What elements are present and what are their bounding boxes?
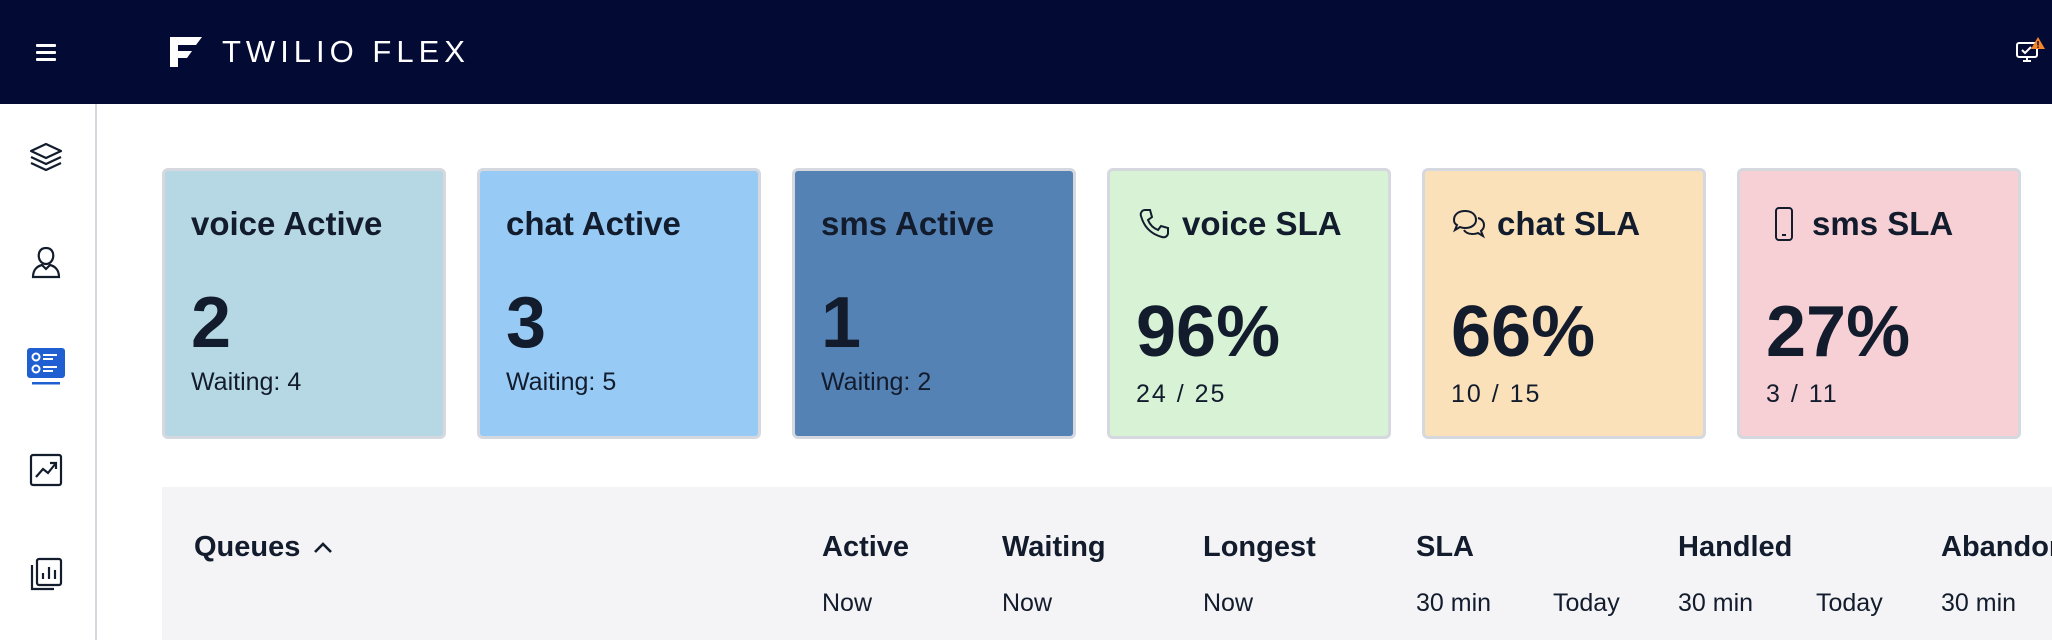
column-active-now: Now xyxy=(822,589,873,617)
tile-value: 27% xyxy=(1766,292,1911,372)
column-sla-30min: 30 min xyxy=(1416,589,1492,617)
column-handled[interactable]: Handled xyxy=(1678,531,1792,564)
tile-title: voice SLA xyxy=(1182,205,1342,242)
column-waiting-now: Now xyxy=(1002,589,1053,617)
column-longest[interactable]: Longest xyxy=(1203,531,1316,564)
column-handled-30min: 30 min xyxy=(1678,589,1754,617)
chevron-up-icon xyxy=(314,541,333,553)
tile-value: 66% xyxy=(1451,292,1596,372)
mobile-icon xyxy=(1766,206,1802,242)
tile-title: sms Active xyxy=(821,205,995,242)
tile-waiting: Waiting: 5 xyxy=(506,368,617,396)
chat-sla-tile: chat SLA 66% 10 / 15 xyxy=(1422,168,1706,439)
tile-title: voice Active xyxy=(191,205,383,242)
twilio-flex-logo-icon xyxy=(168,35,204,69)
tile-value: 2 xyxy=(191,283,232,363)
sidebar-item-analytics[interactable] xyxy=(20,444,72,496)
sidebar-item-queues-dashboard[interactable] xyxy=(20,340,72,392)
queues-title: Queues xyxy=(194,531,301,563)
sidebar-item-reports[interactable] xyxy=(20,548,72,600)
brand-name: TWILIO FLEX xyxy=(222,34,470,69)
connection-status-warning-icon[interactable] xyxy=(2014,36,2046,68)
sms-sla-tile: sms SLA 27% 3 / 11 xyxy=(1737,168,2021,439)
tile-value: 96% xyxy=(1136,292,1281,372)
column-longest-now: Now xyxy=(1203,589,1254,617)
layers-icon xyxy=(29,142,63,172)
tile-waiting: Waiting: 2 xyxy=(821,368,932,396)
tile-title-row: sms SLA xyxy=(1766,205,1953,243)
column-sla-today: Today xyxy=(1553,589,1620,617)
top-bar: TWILIO FLEX xyxy=(0,0,2052,104)
sidebar-item-layers[interactable] xyxy=(20,132,72,184)
tile-ratio: 10 / 15 xyxy=(1451,380,1542,408)
tile-title: chat SLA xyxy=(1497,205,1641,242)
queues-sort-toggle[interactable]: Queues xyxy=(194,531,336,564)
tile-title: chat Active xyxy=(506,205,681,242)
voice-active-tile: voice Active 2 Waiting: 4 xyxy=(162,168,446,439)
column-abandoned-30min: 30 min xyxy=(1941,589,2017,617)
tile-title: sms SLA xyxy=(1812,205,1954,242)
queues-table-header: Queues Active Now Waiting Now Longest No… xyxy=(162,487,2052,640)
phone-icon xyxy=(1136,206,1172,242)
analytics-icon xyxy=(29,453,63,487)
tile-ratio: 24 / 25 xyxy=(1136,380,1227,408)
chat-icon xyxy=(1451,206,1487,242)
tile-value: 3 xyxy=(506,283,547,363)
sms-active-tile: sms Active 1 Waiting: 2 xyxy=(792,168,1076,439)
side-navigation xyxy=(0,104,97,640)
tile-title-row: chat SLA xyxy=(1451,205,1640,243)
agents-icon xyxy=(31,246,61,279)
tile-ratio: 3 / 11 xyxy=(1766,380,1839,408)
column-handled-today: Today xyxy=(1816,589,1883,617)
column-active[interactable]: Active xyxy=(822,531,909,564)
sidebar-item-agents[interactable] xyxy=(20,236,72,288)
hamburger-menu-icon[interactable] xyxy=(30,36,62,68)
column-sla[interactable]: SLA xyxy=(1416,531,1474,564)
chat-active-tile: chat Active 3 Waiting: 5 xyxy=(477,168,761,439)
tile-title-row: voice SLA xyxy=(1136,205,1342,243)
voice-sla-tile: voice SLA 96% 24 / 25 xyxy=(1107,168,1391,439)
reports-icon xyxy=(30,557,63,591)
queues-dashboard-icon xyxy=(27,348,65,385)
column-waiting[interactable]: Waiting xyxy=(1002,531,1106,564)
column-abandoned[interactable]: Abandoned xyxy=(1941,531,2052,564)
tile-waiting: Waiting: 4 xyxy=(191,368,302,396)
tile-value: 1 xyxy=(821,283,862,363)
